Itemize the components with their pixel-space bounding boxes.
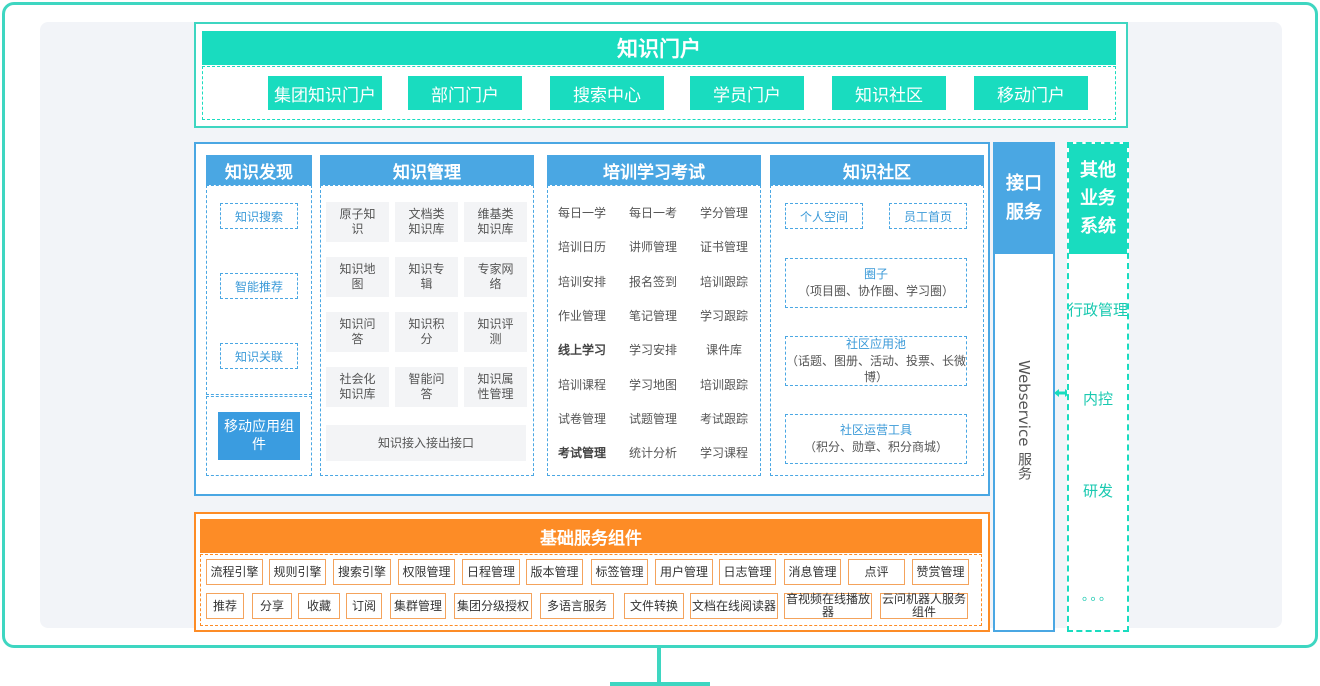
training-cell: 学分管理 xyxy=(699,205,748,220)
portal-item: 搜索中心 xyxy=(550,76,664,110)
management-cell: 专家网络 xyxy=(464,257,527,297)
basic-service-item: 权限管理 xyxy=(398,559,455,585)
training-cell: 学习跟踪 xyxy=(699,308,748,323)
management-interface: 知识接入接出接口 xyxy=(326,425,526,461)
training-cell: 统计分析 xyxy=(628,445,677,460)
webservice-text: Webservice xyxy=(1015,360,1033,447)
basic-service-item: 版本管理 xyxy=(526,559,583,585)
other-system-more: 。。。 xyxy=(1069,577,1127,611)
basic-service-item: 规则引擎 xyxy=(269,559,326,585)
portal-item: 集团知识门户 xyxy=(268,76,382,110)
discovery-title: 知识发现 xyxy=(206,155,312,185)
management-cell: 社会化知识库 xyxy=(326,367,389,407)
monitor-stand-neck xyxy=(657,648,661,684)
basic-service-item: 收藏 xyxy=(298,593,340,619)
training-cell: 培训跟踪 xyxy=(699,377,748,392)
basic-service-item: 云问机器人服务组件 xyxy=(880,592,968,619)
discovery-item: 智能推荐 xyxy=(220,273,298,299)
training-cell: 线上学习 xyxy=(557,342,606,357)
basic-service-item: 日志管理 xyxy=(719,559,776,585)
management-cell: 原子知识 xyxy=(326,202,389,242)
basic-service-item: 订阅 xyxy=(346,593,382,619)
management-cell: 维基类知识库 xyxy=(464,202,527,242)
training-cell: 培训日历 xyxy=(557,239,606,254)
basic-service-item: 日程管理 xyxy=(462,559,520,585)
community-box-title: 社区应用池 xyxy=(845,336,906,351)
community-box-item: 社区应用池 （话题、图册、活动、投票、长微博） xyxy=(785,336,967,386)
community-top-item: 个人空间 xyxy=(785,203,863,229)
training-cell: 报名签到 xyxy=(628,274,677,289)
training-cell: 课件库 xyxy=(705,342,742,357)
training-cell: 作业管理 xyxy=(557,308,606,323)
basic-service-item: 音视频在线播放器 xyxy=(784,592,872,619)
training-box xyxy=(547,185,761,476)
training-cell: 学习课程 xyxy=(699,445,748,460)
training-cell: 试卷管理 xyxy=(557,411,606,426)
portal-item: 部门门户 xyxy=(408,76,522,110)
training-title: 培训学习考试 xyxy=(547,155,761,185)
management-cell: 知识问答 xyxy=(326,312,389,352)
discovery-item: 知识关联 xyxy=(220,343,298,369)
basic-service-item: 用户管理 xyxy=(655,559,713,585)
basic-service-item: 搜索引擎 xyxy=(333,559,391,585)
basic-service-item: 流程引擎 xyxy=(206,559,263,585)
portal-title: 知识门户 xyxy=(202,31,1116,65)
basic-service-item: 标签管理 xyxy=(591,559,648,585)
community-box-item: 社区运营工具 （积分、勋章、积分商城） xyxy=(785,414,967,464)
other-system-item: 内控 xyxy=(1069,381,1127,415)
interface-title: 接口服务 xyxy=(995,144,1053,254)
mobile-component: 移动应用组件 xyxy=(218,412,300,460)
training-cell: 考试管理 xyxy=(557,445,606,460)
community-box-title: 圈子 xyxy=(863,267,888,282)
training-cell: 每日一考 xyxy=(628,205,677,220)
training-cell: 培训课程 xyxy=(557,377,606,392)
training-cell: 证书管理 xyxy=(699,239,748,254)
basic-service-item: 分享 xyxy=(252,593,292,619)
management-title: 知识管理 xyxy=(320,155,534,185)
other-system-item: 研发 xyxy=(1069,473,1127,507)
basic-service-item: 文档在线阅读器 xyxy=(690,593,778,619)
management-cell: 知识属性管理 xyxy=(464,367,527,407)
training-cell: 学习安排 xyxy=(628,342,677,357)
community-box-title: 社区运营工具 xyxy=(839,423,912,438)
training-cell: 讲师管理 xyxy=(628,239,677,254)
training-cell: 笔记管理 xyxy=(628,308,677,323)
management-cell: 文档类知识库 xyxy=(395,202,458,242)
management-cell: 知识地图 xyxy=(326,257,389,297)
basic-service-item: 消息管理 xyxy=(784,559,841,585)
training-cell: 学习地图 xyxy=(628,377,677,392)
community-box-sub: （积分、勋章、积分商城） xyxy=(803,440,948,454)
monitor-stand-base xyxy=(610,682,710,686)
basic-service-item: 推荐 xyxy=(206,593,244,619)
basic-service-item: 集团分级授权 xyxy=(454,593,532,619)
management-cell: 知识专辑 xyxy=(395,257,458,297)
community-box-item: 圈子 （项目圈、协作圈、学习圈） xyxy=(785,258,967,308)
community-title: 知识社区 xyxy=(770,155,984,185)
basic-service-item: 点评 xyxy=(848,559,905,585)
community-box-sub: （话题、图册、活动、投票、长微博） xyxy=(786,353,967,385)
community-box-sub: （项目圈、协作圈、学习圈） xyxy=(797,284,954,298)
basic-service-item: 赞赏管理 xyxy=(912,559,969,585)
discovery-item: 知识搜索 xyxy=(220,203,298,229)
management-cell: 知识积分 xyxy=(395,312,458,352)
community-top-item: 员工首页 xyxy=(889,203,967,229)
portal-item: 知识社区 xyxy=(832,76,946,110)
other-system-item: 行政管理 xyxy=(1068,292,1128,326)
portal-item: 学员门户 xyxy=(690,76,804,110)
training-cell: 每日一学 xyxy=(557,205,606,220)
basic-service-item: 文件转换 xyxy=(624,593,684,619)
webservice-suffix: 服务 xyxy=(1016,452,1032,481)
training-cell: 试题管理 xyxy=(628,411,677,426)
portal-item: 移动门户 xyxy=(974,76,1088,110)
training-cell: 培训跟踪 xyxy=(699,274,748,289)
basic-service-item: 集群管理 xyxy=(390,593,446,619)
webservice-label: Webservice 服务 xyxy=(995,360,1053,500)
basic-service-item: 多语言服务 xyxy=(540,593,614,619)
other-systems-title: 其他业务系统 xyxy=(1069,144,1127,254)
management-cell: 知识评测 xyxy=(464,312,527,352)
basic-services-title: 基础服务组件 xyxy=(200,519,982,553)
training-cell: 培训安排 xyxy=(557,274,606,289)
management-cell: 智能问答 xyxy=(395,367,458,407)
training-cell: 考试跟踪 xyxy=(699,411,748,426)
